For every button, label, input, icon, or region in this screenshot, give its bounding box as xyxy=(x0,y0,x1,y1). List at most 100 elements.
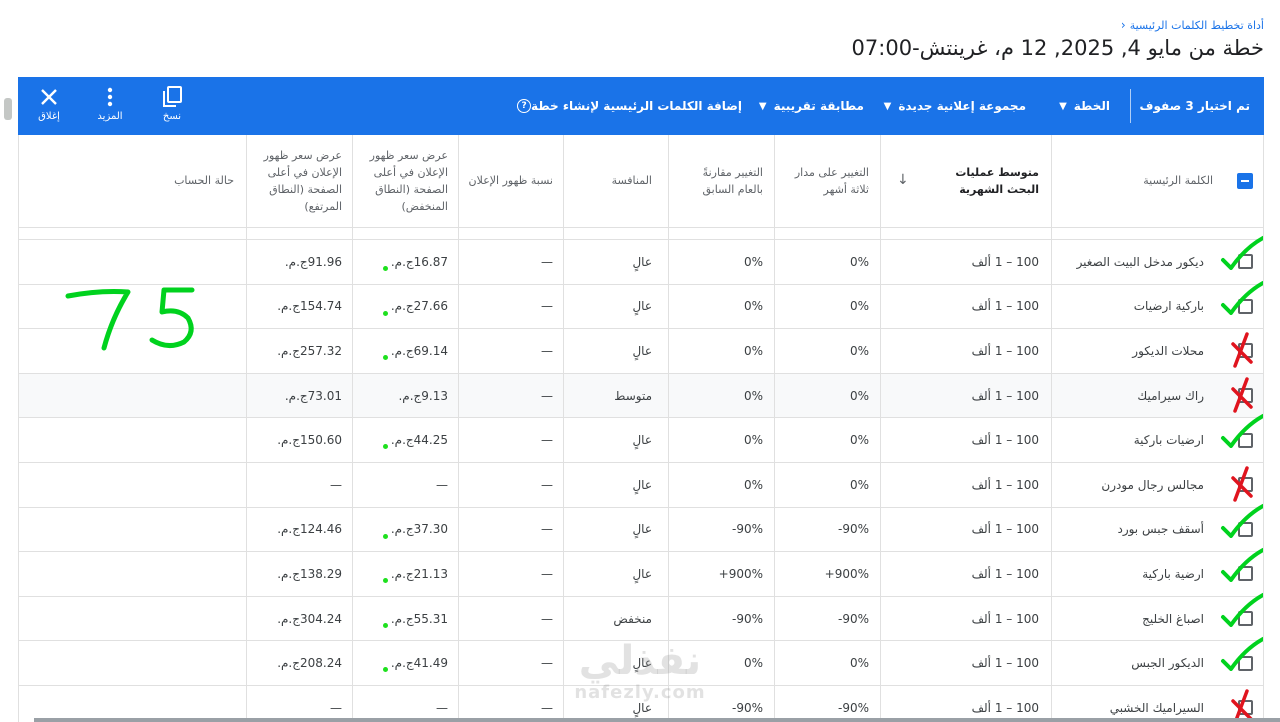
top-bid-low-cell: 16.87ج.م. xyxy=(352,240,458,284)
three-month-change-cell-text: 0% xyxy=(849,388,869,403)
top-bid-low-cell: 44.25ج.م. xyxy=(352,418,458,462)
table-row[interactable]: السيراميك الخشبي 100 – 1 ألف 90%- 90%- عالٍ —… xyxy=(19,686,1263,722)
header-impression-share[interactable]: نسبة ظهور الإعلان xyxy=(458,135,563,227)
partial-cell xyxy=(19,228,246,239)
competition-cell-text: متوسط xyxy=(614,388,652,403)
header-three-month-change[interactable]: التغيير على مدار ثلاثة أشهر xyxy=(774,135,880,227)
selected-rows-count: تم اختيار 3 صفوف xyxy=(1139,99,1250,113)
row-checkbox[interactable] xyxy=(1238,655,1253,671)
header-account-status[interactable]: حالة الحساب xyxy=(19,135,246,227)
header-competition[interactable]: المنافسة xyxy=(563,135,668,227)
toolbar-divider xyxy=(1130,89,1131,123)
table-row[interactable]: اصباغ الخليج 100 – 1 ألف 90%- 90%- منخفض — 55.… xyxy=(19,592,1263,642)
header-keyword[interactable]: الكلمة الرئيسية xyxy=(1051,135,1263,227)
competition-cell: منخفض xyxy=(563,596,668,641)
plan-dropdown[interactable]: الخطة ▼ xyxy=(1059,77,1110,135)
yoy-change-cell: 0% xyxy=(668,418,774,462)
row-checkbox[interactable] xyxy=(1238,566,1253,582)
keyword-cell: راك سيراميك xyxy=(1051,373,1263,418)
copy-button[interactable]: نسخ xyxy=(152,83,192,122)
three-month-change-cell-text: 90%- xyxy=(837,522,869,537)
keyword-cell: اصباغ الخليج xyxy=(1051,596,1263,641)
close-icon xyxy=(40,83,58,111)
three-month-header-label: التغيير على مدار ثلاثة أشهر xyxy=(794,165,869,196)
new-ad-group-dropdown[interactable]: مجموعة إعلانية جديدة ▼ xyxy=(884,77,1026,135)
top-bid-high-cell: 73.01ج.م. xyxy=(246,373,352,418)
table-row[interactable]: ارضية باركية 100 – 1 ألف 900%+ 900%+ عالٍ — 21… xyxy=(19,548,1263,597)
close-button[interactable]: إغلاق xyxy=(29,83,69,122)
impression-share-cell-text: — xyxy=(541,611,553,626)
table-row[interactable]: محلات الديكور 100 – 1 ألف 0% 0% عالٍ — 69.14ج.… xyxy=(19,329,1263,374)
match-type-dropdown[interactable]: مطابقة تقريبية ▼ xyxy=(759,77,864,135)
avg-searches-cell-text: 100 – 1 ألف xyxy=(971,254,1039,269)
top-bid-low-cell-text: 55.31ج.م. xyxy=(390,611,448,626)
header-top-bid-high[interactable]: عرض سعر ظهور الإعلان في أعلى الصفحة (الن… xyxy=(246,135,352,227)
top-bid-high-cell-text: 257.32ج.م. xyxy=(277,343,342,358)
more-vert-icon xyxy=(107,83,113,111)
partial-cell xyxy=(1051,228,1263,239)
vertical-scrollbar[interactable] xyxy=(4,98,12,120)
breadcrumb[interactable]: أداة تخطيط الكلمات الرئيسية ‹ xyxy=(1121,18,1264,32)
avg-searches-cell-text: 100 – 1 ألف xyxy=(971,388,1039,403)
impression-share-cell-text: — xyxy=(541,388,553,403)
breadcrumb-link[interactable]: أداة تخطيط الكلمات الرئيسية xyxy=(1130,19,1264,32)
page-title: خطة من مايو 4, 2025, 12 م، غرينتش-07:00 xyxy=(851,36,1264,60)
avg-searches-cell-text: 100 – 1 ألف xyxy=(971,433,1039,448)
three-month-change-cell-text: 0% xyxy=(849,656,869,671)
avg-searches-cell-text: 100 – 1 ألف xyxy=(971,522,1039,537)
table-row[interactable]: راك سيراميك 100 – 1 ألف 0% 0% متوسط — 9.13ج.م.… xyxy=(19,373,1263,419)
impression-share-cell: — xyxy=(458,507,563,552)
row-checkbox[interactable] xyxy=(1238,388,1253,404)
row-checkbox[interactable] xyxy=(1238,343,1253,359)
yoy-change-cell: 0% xyxy=(668,373,774,418)
row-checkbox[interactable] xyxy=(1238,521,1253,537)
three-month-change-cell: 0% xyxy=(774,373,880,418)
top-bid-low-cell-text: 41.49ج.م. xyxy=(390,656,448,671)
top-bid-high-cell: 257.32ج.م. xyxy=(246,329,352,373)
impression-share-cell: — xyxy=(458,284,563,329)
top-bid-high-cell: — xyxy=(246,463,352,507)
header-avg-monthly-searches[interactable]: متوسط عمليات البحث الشهرية ↓ xyxy=(880,135,1051,227)
horizontal-scrollbar[interactable] xyxy=(34,718,1280,722)
green-dot-mark xyxy=(383,667,388,673)
avg-searches-cell: 100 – 1 ألف xyxy=(880,686,1051,722)
yoy-change-cell-text: 0% xyxy=(743,299,763,314)
top-bid-high-cell: 150.60ج.م. xyxy=(246,418,352,462)
table-row[interactable]: أسقف جبس بورد 100 – 1 ألف 90%- 90%- عالٍ — 37.… xyxy=(19,503,1263,553)
impression-share-cell: — xyxy=(458,552,563,596)
row-checkbox[interactable] xyxy=(1238,254,1253,270)
table-row[interactable]: مجالس رجال مودرن 100 – 1 ألف 0% 0% عالٍ — — — xyxy=(19,463,1263,508)
competition-cell: عالٍ xyxy=(563,418,668,462)
avg-header-label: متوسط عمليات البحث الشهرية xyxy=(955,165,1039,196)
help-icon[interactable]: ? xyxy=(517,99,532,113)
add-keywords-link[interactable]: إضافة الكلمات الرئيسية لإنشاء خطة ? xyxy=(505,77,742,135)
table-row[interactable]: ارضيات باركية 100 – 1 ألف 0% 0% عالٍ — 44.25ج.… xyxy=(19,414,1263,463)
table-row[interactable]: الديكور الجبس 100 – 1 ألف 0% 0% عالٍ — 41.49ج.… xyxy=(19,637,1263,686)
top-bid-high-cell-text: 150.60ج.م. xyxy=(277,433,342,448)
avg-searches-cell: 100 – 1 ألف xyxy=(880,552,1051,596)
table-row[interactable]: ديكور مدخل البيت الصغير 100 – 1 ألف 0% 0% عا… xyxy=(19,236,1263,285)
yoy-change-cell: 0% xyxy=(668,641,774,685)
top-bid-low-cell: 9.13ج.م. xyxy=(352,373,458,418)
keyword-text: ديكور مدخل البيت الصغير xyxy=(1076,254,1204,269)
three-month-change-cell: 900%+ xyxy=(774,552,880,596)
row-checkbox[interactable] xyxy=(1238,298,1253,314)
header-top-bid-low[interactable]: عرض سعر ظهور الإعلان في أعلى الصفحة (الن… xyxy=(352,135,458,227)
arrow-down-icon[interactable]: ↓ xyxy=(897,170,909,192)
impression-share-cell: — xyxy=(458,329,563,373)
three-month-change-cell-text: 0% xyxy=(849,433,869,448)
header-yoy-change[interactable]: التغيير مقارنةً بالعام السابق xyxy=(668,135,774,227)
row-checkbox[interactable] xyxy=(1238,611,1253,627)
top-bid-low-cell-text: 21.13ج.م. xyxy=(390,566,448,581)
table-row[interactable]: باركية ارضيات 100 – 1 ألف 0% 0% عالٍ — 27.66ج.… xyxy=(19,280,1263,330)
more-button[interactable]: المزيد xyxy=(90,83,130,122)
competition-cell: متوسط xyxy=(563,373,668,418)
impression-share-cell: — xyxy=(458,418,563,462)
row-checkbox[interactable] xyxy=(1238,432,1253,448)
yoy-change-cell-text: 0% xyxy=(743,343,763,358)
row-checkbox[interactable] xyxy=(1238,477,1253,493)
row-checkbox[interactable] xyxy=(1238,700,1253,716)
impression-share-cell-text: — xyxy=(541,477,553,492)
select-all-checkbox[interactable] xyxy=(1237,173,1253,189)
copy-icon xyxy=(160,83,184,111)
